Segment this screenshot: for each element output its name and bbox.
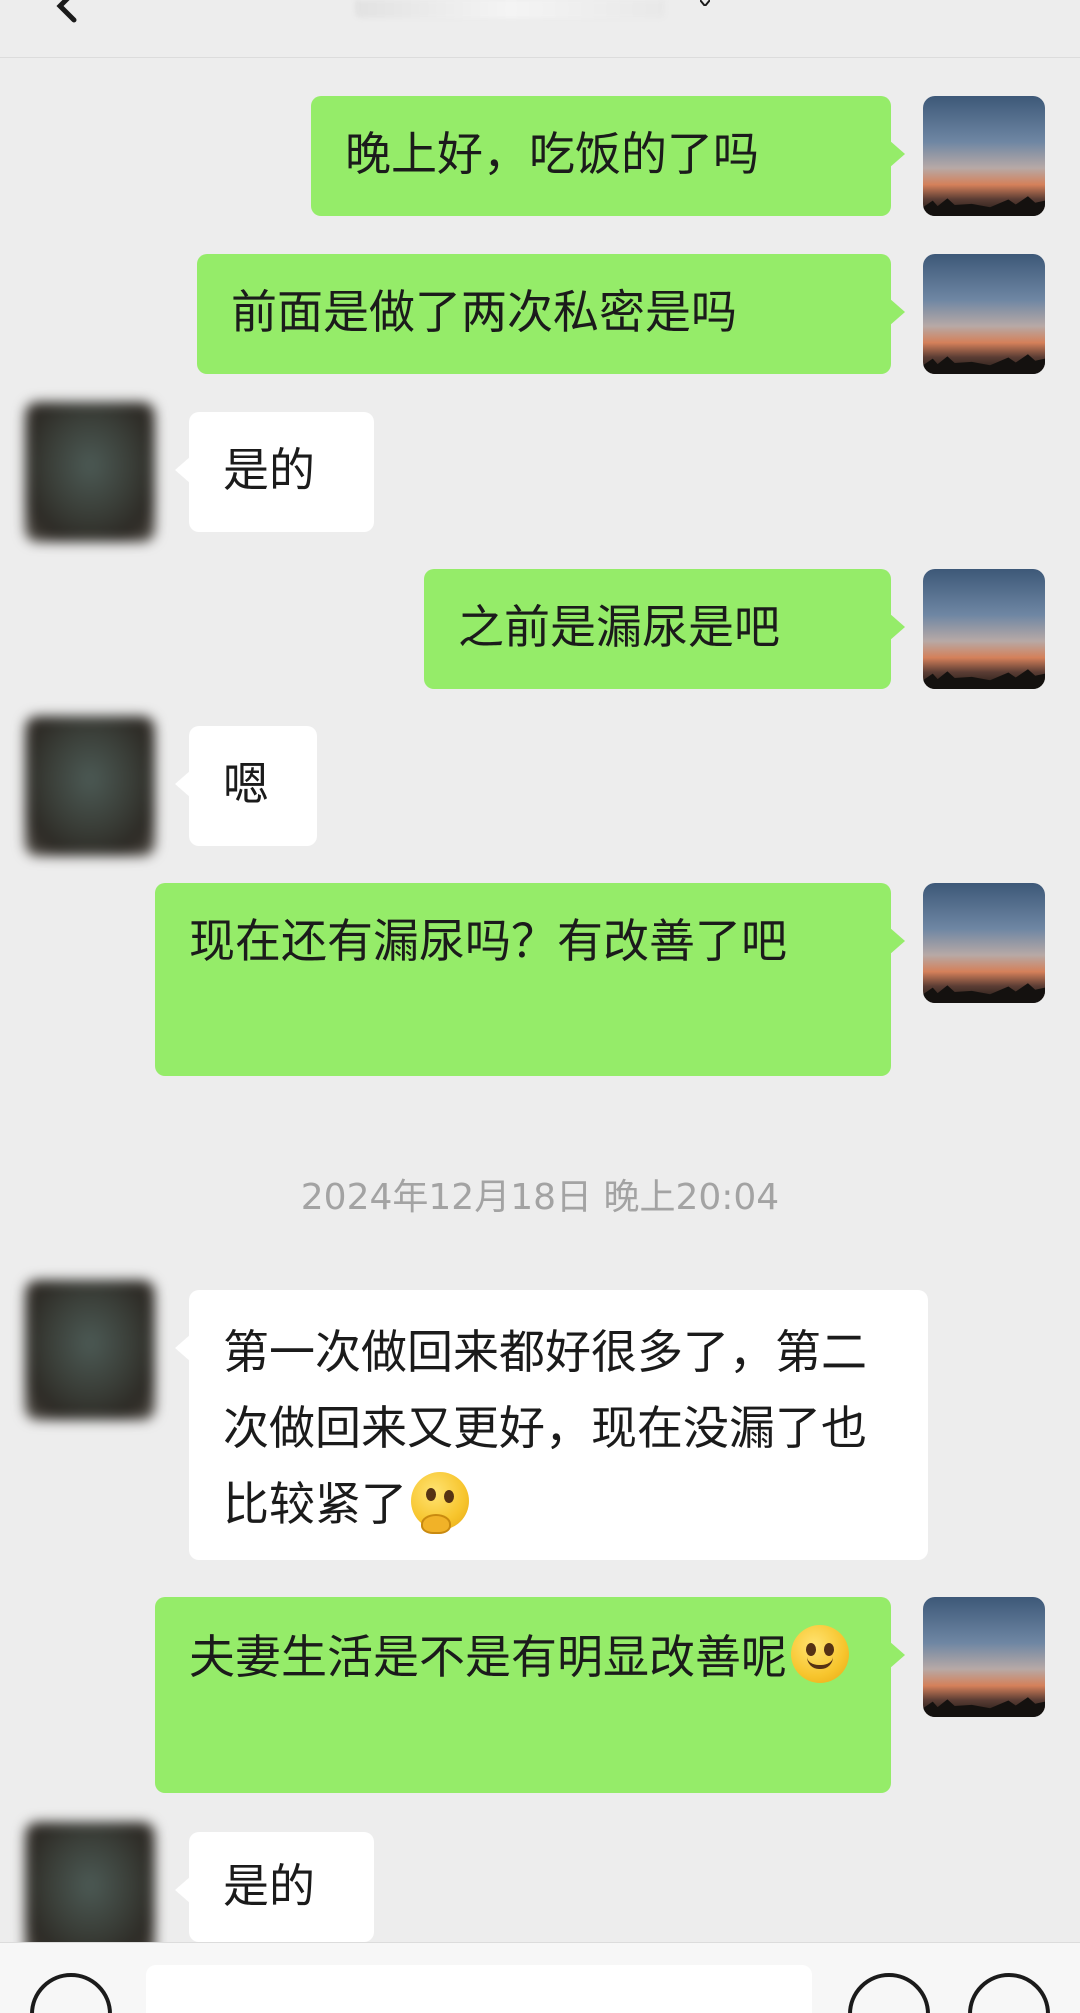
plus-icon[interactable] <box>968 1973 1050 2013</box>
avatar[interactable] <box>25 716 155 856</box>
message-text: 嗯 <box>223 757 269 811</box>
avatar[interactable] <box>25 1822 155 1962</box>
timestamp: 2024年12月18日 晚上20:04 <box>300 1177 780 1218</box>
emoji-icon[interactable] <box>848 1973 930 2013</box>
message-text: 前面是做了两次私密是吗 <box>231 285 737 339</box>
avatar[interactable] <box>25 1280 155 1420</box>
chat-header <box>0 0 1080 58</box>
message-text: 现在还有漏尿吗？有改善了吧 <box>189 914 787 968</box>
message-bubble-outgoing[interactable]: 前面是做了两次私密是吗 <box>197 254 905 374</box>
contact-name <box>355 0 665 18</box>
message-bubble-incoming[interactable]: 第一次做回来都好很多了，第二次做回来又更好，现在没漏了也比较紧了 <box>175 1290 928 1560</box>
chevron-left-icon[interactable] <box>48 0 88 26</box>
thinking-face-emoji <box>411 1472 469 1534</box>
avatar[interactable] <box>923 96 1045 216</box>
avatar[interactable] <box>923 1597 1045 1717</box>
message-text: 夫妻生活是不是有明显改善呢 <box>189 1630 787 1684</box>
message-text: 晚上好，吃饭的了吗 <box>345 127 759 181</box>
message-text: 第一次做回来都好很多了，第二次做回来又更好，现在没漏了也比较紧了 <box>223 1325 867 1531</box>
message-input[interactable] <box>146 1965 812 2013</box>
avatar[interactable] <box>923 883 1045 1003</box>
message-bubble-incoming[interactable]: 嗯 <box>175 726 317 846</box>
message-bubble-outgoing[interactable]: 现在还有漏尿吗？有改善了吧 <box>155 883 905 1076</box>
message-list[interactable]: 晚上好，吃饭的了吗 前面是做了两次私密是吗 是的 之前是漏尿是吧 嗯 现在还有漏… <box>0 58 1080 1962</box>
smiling-face-emoji <box>791 1625 849 1683</box>
message-bubble-outgoing[interactable]: 夫妻生活是不是有明显改善呢 <box>155 1597 905 1793</box>
message-bubble-incoming[interactable]: 是的 <box>175 1832 374 1942</box>
avatar[interactable] <box>923 254 1045 374</box>
message-bubble-incoming[interactable]: 是的 <box>175 412 374 532</box>
voice-icon[interactable] <box>30 1973 112 2013</box>
message-text: 之前是漏尿是吧 <box>458 600 780 654</box>
input-bar <box>0 1942 1080 2013</box>
avatar[interactable] <box>25 402 155 542</box>
message-bubble-outgoing[interactable]: 晚上好，吃饭的了吗 <box>311 96 905 216</box>
avatar[interactable] <box>923 569 1045 689</box>
message-text: 是的 <box>223 1859 315 1913</box>
message-text: 是的 <box>223 443 315 497</box>
message-bubble-outgoing[interactable]: 之前是漏尿是吧 <box>424 569 905 689</box>
header-indicator <box>700 0 710 6</box>
